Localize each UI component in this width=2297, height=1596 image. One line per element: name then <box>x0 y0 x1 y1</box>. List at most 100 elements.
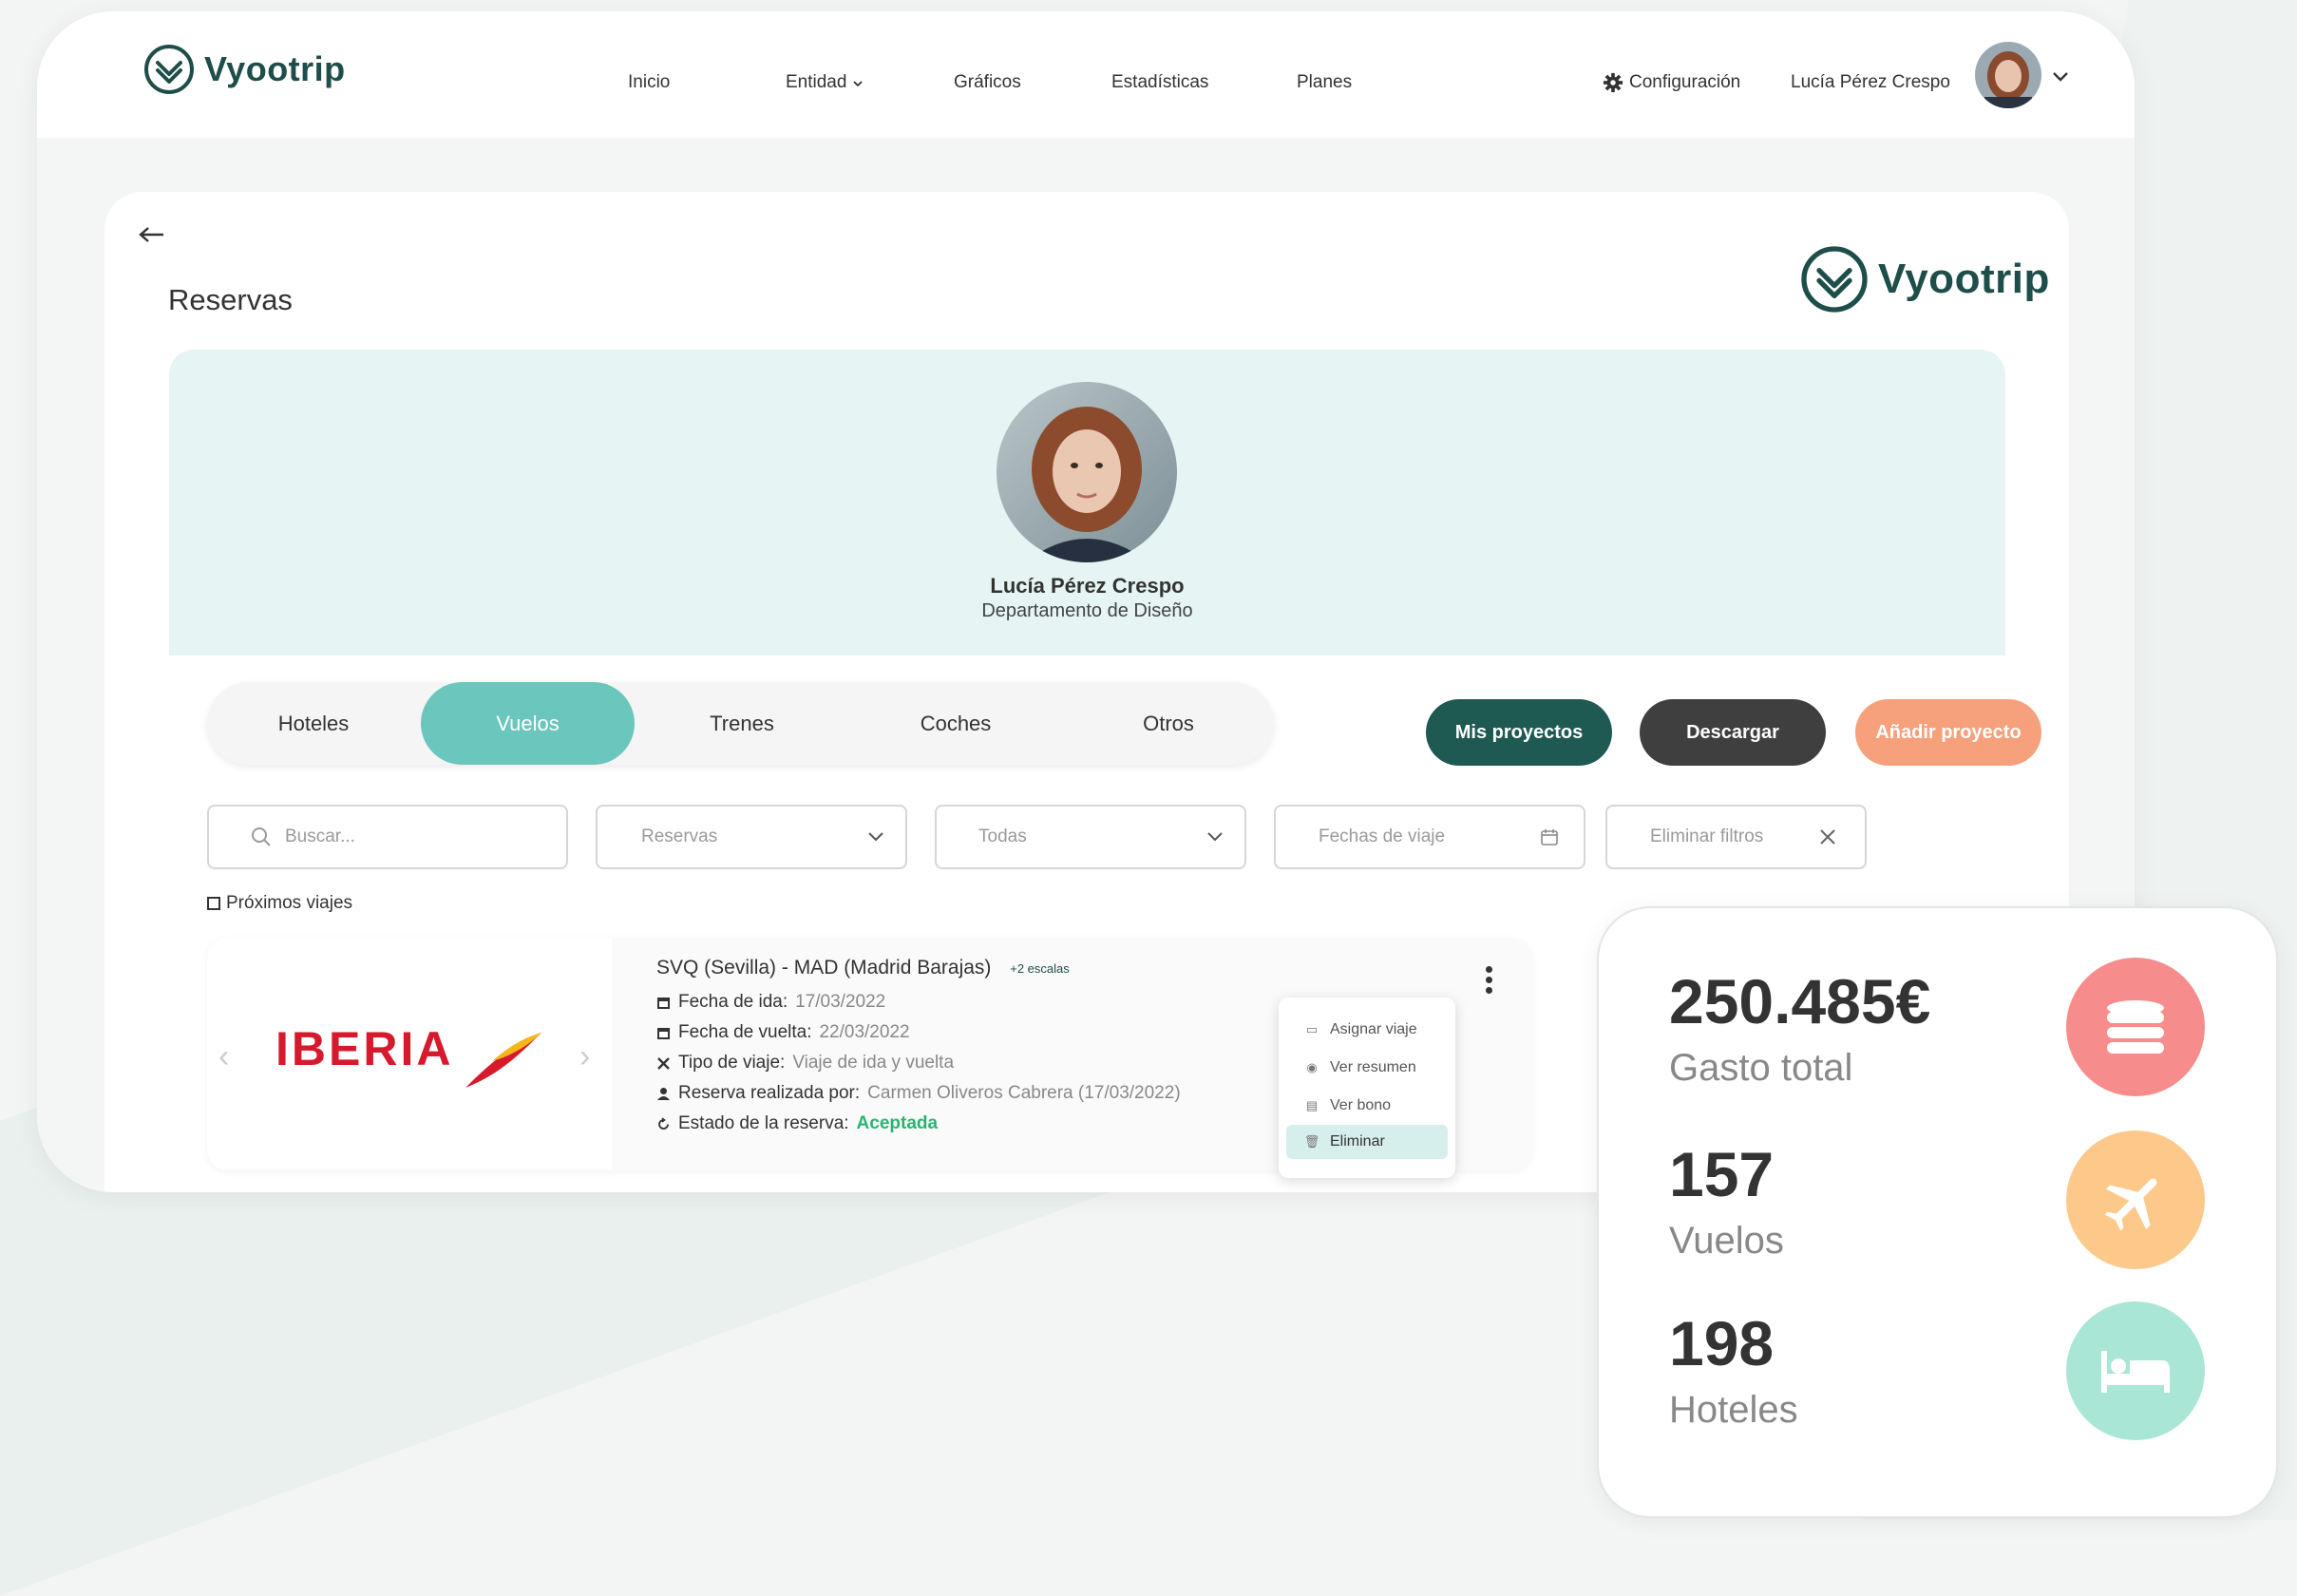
page-title: Reservas <box>168 283 293 316</box>
airline-logo-panel: ‹ IBERIA › <box>207 938 612 1170</box>
back-arrow-icon[interactable] <box>139 226 165 243</box>
nav-item-label: Entidad <box>786 72 847 92</box>
top-navigation: Vyootrip Inicio Entidad Gráficos Estadís… <box>37 11 2135 138</box>
airplane-icon <box>2066 1130 2205 1269</box>
add-project-button[interactable]: Añadir proyecto <box>1855 699 2041 766</box>
detail-label: Fecha de vuelta: <box>678 1022 812 1042</box>
detail-label: Fecha de ida: <box>678 992 788 1012</box>
booking-status: Estado de la reserva: Aceptada <box>656 1113 938 1134</box>
settings-label: Configuración <box>1629 72 1741 92</box>
nav-item-graficos[interactable]: Gráficos <box>954 72 1021 93</box>
dates-placeholder: Fechas de viaje <box>1319 826 1446 846</box>
detail-value: Viaje de ida y vuelta <box>792 1053 955 1073</box>
outbound-date: Fecha de ida: 17/03/2022 <box>656 992 885 1013</box>
brand-name: Vyootrip <box>1878 256 2050 302</box>
return-date: Fecha de vuelta: 22/03/2022 <box>656 1022 910 1043</box>
menu-item-delete[interactable]: 🗑 Eliminar <box>1286 1125 1448 1159</box>
status-badge: Aceptada <box>856 1113 939 1133</box>
refresh-icon <box>658 1116 669 1130</box>
close-icon <box>1820 829 1835 845</box>
eye-icon: ◉ <box>1306 1060 1318 1074</box>
search-input[interactable]: Buscar... <box>207 805 568 869</box>
trip-type: Tipo de viaje: Viaje de ida y vuelta <box>656 1053 954 1074</box>
chevron-down-icon <box>868 832 883 842</box>
detail-label: Estado de la reserva: <box>678 1113 849 1133</box>
my-projects-button[interactable]: Mis proyectos <box>1426 699 1612 766</box>
user-photo <box>1975 42 2041 108</box>
airline-logo: IBERIA <box>275 1022 454 1075</box>
tab-otros[interactable]: Otros <box>1062 682 1275 765</box>
nav-item-planes[interactable]: Planes <box>1297 72 1352 93</box>
detail-value: 22/03/2022 <box>819 1022 910 1042</box>
bed-icon <box>2066 1302 2205 1440</box>
detail-value: 17/03/2022 <box>795 992 886 1012</box>
trash-icon: 🗑 <box>1303 1134 1320 1149</box>
more-options-icon[interactable] <box>1486 966 1493 998</box>
nav-item-entidad[interactable]: Entidad <box>786 72 864 93</box>
profile-name: Lucía Pérez Crespo <box>990 574 1185 598</box>
tab-hoteles[interactable]: Hoteles <box>207 682 420 765</box>
card-brand-logo: Vyootrip <box>1800 245 2050 314</box>
document-icon: ▤ <box>1305 1098 1319 1112</box>
context-menu: ▭ Asignar viaje ◉ Ver resumen ▤ Ver bono 🗑 E… <box>1279 998 1455 1178</box>
clear-filters-label: Eliminar filtros <box>1650 826 1764 846</box>
menu-item-view-voucher[interactable]: ▤ Ver bono <box>1286 1089 1448 1123</box>
logo-mark-icon <box>144 45 194 94</box>
clear-filters-button[interactable]: Eliminar filtros <box>1605 805 1867 869</box>
stops-badge: +2 escalas <box>1010 960 1070 976</box>
flight-route: SVQ (Sevilla) - MAD (Madrid Barajas) +2 … <box>656 957 1070 979</box>
download-button[interactable]: Descargar <box>1640 699 1826 766</box>
flights-value: 157 <box>1669 1139 1775 1209</box>
menu-item-label: Eliminar <box>1330 1133 1385 1150</box>
nav-item-inicio[interactable]: Inicio <box>628 72 670 93</box>
chevron-left-icon[interactable]: ‹ <box>218 1038 229 1075</box>
hotels-label: Hoteles <box>1669 1389 1798 1431</box>
route-text: SVQ (Sevilla) - MAD (Madrid Barajas) <box>656 957 992 978</box>
user-icon <box>657 1087 670 1100</box>
nav-item-estadisticas[interactable]: Estadísticas <box>1111 72 1208 93</box>
chevron-down-icon <box>1207 832 1223 842</box>
hotels-value: 198 <box>1669 1308 1775 1378</box>
coins-icon <box>2066 958 2205 1096</box>
suitcase-icon: ▭ <box>1305 1022 1319 1036</box>
menu-item-assign-trip[interactable]: ▭ Asignar viaje <box>1286 1013 1448 1047</box>
total-spend-label: Gasto total <box>1669 1047 1853 1089</box>
calendar-icon <box>657 1027 670 1039</box>
airline-swoosh-icon <box>465 1033 541 1088</box>
status-select[interactable]: Todas <box>935 805 1246 869</box>
chevron-down-icon[interactable] <box>2051 70 2070 84</box>
checkbox-box[interactable] <box>207 897 220 910</box>
profile-photo <box>997 382 1177 562</box>
search-placeholder: Buscar... <box>285 826 355 846</box>
detail-value: Carmen Oliveros Cabrera (17/03/2022) <box>867 1083 1181 1103</box>
detail-label: Reserva realizada por: <box>678 1083 861 1103</box>
brand-logo[interactable]: Vyootrip <box>143 44 346 95</box>
tab-vuelos[interactable]: Vuelos <box>421 682 635 765</box>
detail-label: Tipo de viaje: <box>678 1053 786 1073</box>
calendar-icon <box>1541 829 1558 846</box>
chevron-down-icon <box>853 81 863 87</box>
menu-item-label: Ver bono <box>1330 1097 1392 1113</box>
flights-label: Vuelos <box>1669 1220 1784 1262</box>
chevron-right-icon[interactable]: › <box>579 1038 590 1075</box>
calendar-icon <box>657 997 670 1009</box>
select-value: Todas <box>978 826 1027 846</box>
avatar[interactable] <box>1975 42 2041 108</box>
total-spend-value: 250.485€ <box>1669 966 1931 1036</box>
upcoming-trips-checkbox[interactable]: Próximos viajes <box>207 893 352 914</box>
reservation-type-select[interactable]: Reservas <box>596 805 907 869</box>
checkbox-label: Próximos viajes <box>226 893 353 913</box>
search-icon <box>252 827 271 846</box>
menu-item-label: Ver resumen <box>1330 1059 1416 1075</box>
category-tabs: Hoteles Vuelos Trenes Coches Otros <box>207 682 1274 765</box>
select-value: Reservas <box>641 826 718 846</box>
brand-name: Vyootrip <box>204 49 346 88</box>
tab-trenes[interactable]: Trenes <box>635 682 849 765</box>
settings-link[interactable]: Configuración <box>1603 72 1740 93</box>
tab-coches[interactable]: Coches <box>849 682 1062 765</box>
profile-panel: Lucía Pérez Crespo Departamento de Diseñ… <box>169 350 2005 656</box>
menu-item-view-summary[interactable]: ◉ Ver resumen <box>1286 1051 1448 1085</box>
travel-dates-input[interactable]: Fechas de viaje <box>1274 805 1585 869</box>
stats-panel: 250.485€ Gasto total 157 Vuelos 198 Hote… <box>1597 906 2278 1518</box>
booked-by: Reserva realizada por: Carmen Oliveros C… <box>656 1083 1181 1104</box>
